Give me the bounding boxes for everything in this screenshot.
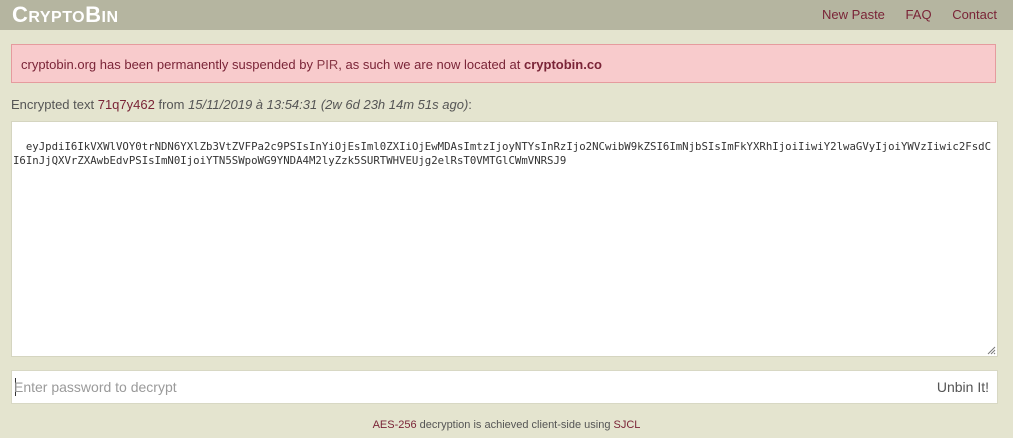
paste-date: 15/11/2019 à 13:54:31 xyxy=(188,97,318,112)
footer-aes-link[interactable]: AES-256 xyxy=(373,419,417,431)
top-bar: CRYPTOBIN New Paste FAQ Contact xyxy=(0,0,1013,30)
unbin-button[interactable]: Unbin It! xyxy=(937,379,989,395)
alert-new-site-text: cryptobin.co xyxy=(523,57,602,72)
nav-new-paste[interactable]: New Paste xyxy=(822,7,885,22)
alert-new-site-link[interactable]: cryptobin.co xyxy=(524,57,602,72)
paste-label: Encrypted text xyxy=(11,97,98,112)
ciphertext-area[interactable]: eyJpdiI6IkVXWlVOY0trNDN6YXlZb3VtZVFPa2c9… xyxy=(11,121,998,357)
ciphertext: eyJpdiI6IkVXWlVOY0trNDN6YXlZb3VtZVFPa2c9… xyxy=(13,140,992,167)
footer: AES-256 decryption is achieved client-si… xyxy=(0,419,1013,431)
alert-text-1: cryptobin.org has been permanently suspe… xyxy=(21,57,317,72)
suspension-alert: cryptobin.org has been permanently suspe… xyxy=(11,44,996,83)
brand-initial-2: B xyxy=(85,2,102,27)
brand-part-1: RYPTO xyxy=(28,9,86,26)
footer-sjcl-link[interactable]: SJCL xyxy=(614,419,641,431)
resize-grip-icon[interactable] xyxy=(986,345,996,355)
password-input[interactable] xyxy=(14,371,894,403)
footer-text: decryption is achieved client-side using xyxy=(416,419,614,431)
paste-colon: : xyxy=(468,97,472,112)
nav-contact[interactable]: Contact xyxy=(952,7,997,22)
paste-from: from xyxy=(154,97,189,112)
paste-meta: Encrypted text 71q7y462 from 15/11/2019 … xyxy=(11,97,472,112)
alert-pir-link[interactable]: PIR xyxy=(317,57,339,72)
nav-faq[interactable]: FAQ xyxy=(906,7,932,22)
brand-initial-1: C xyxy=(12,2,29,27)
paste-age: (2w 6d 23h 14m 51s ago) xyxy=(317,97,469,112)
password-row: Unbin It! xyxy=(11,370,998,404)
brand-part-2: IN xyxy=(101,9,119,26)
alert-text-2: , as such we are now located at xyxy=(338,57,524,72)
paste-id: 71q7y462 xyxy=(97,97,155,112)
brand-logo[interactable]: CRYPTOBIN xyxy=(12,2,119,31)
top-nav: New Paste FAQ Contact xyxy=(805,7,997,22)
